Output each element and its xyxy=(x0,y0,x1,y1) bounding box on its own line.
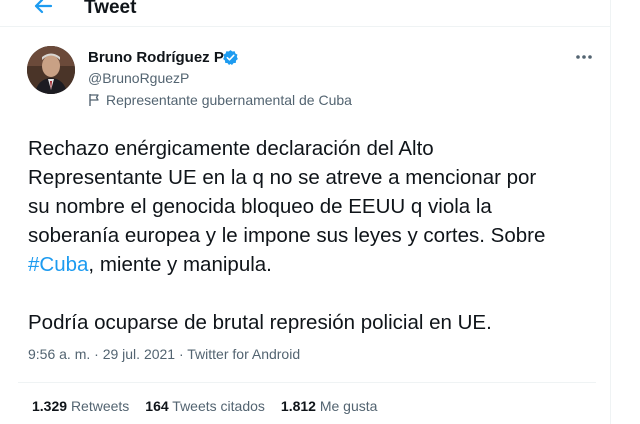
retweets-count: 1.329 xyxy=(32,398,68,414)
engagement-stats: 1.329 Retweets 164 Tweets citados 1.812 … xyxy=(32,398,377,414)
likes-label: Me gusta xyxy=(319,398,378,414)
retweets-stat[interactable]: 1.329 Retweets xyxy=(32,398,129,414)
quote-tweets-stat[interactable]: 164 Tweets citados xyxy=(145,398,265,414)
page-title: Tweet xyxy=(84,0,137,18)
tweet-line: soberanía europea y le impone sus leyes … xyxy=(28,224,546,247)
tweet-line: #Cuba, miente y manipula. xyxy=(28,250,600,279)
government-label[interactable]: Representante gubernamental de Cuba xyxy=(88,92,352,108)
hashtag-link[interactable]: #Cuba xyxy=(28,253,88,276)
likes-count: 1.812 xyxy=(280,398,316,414)
tweet-line: Rechazo enérgicamente declaración del Al… xyxy=(28,137,434,160)
likes-stat[interactable]: 1.812 Me gusta xyxy=(281,398,378,414)
tweet-line: Representante UE en la q no se atreve a … xyxy=(28,166,537,189)
quote-tweets-label: Tweets citados xyxy=(172,398,265,414)
retweets-label: Retweets xyxy=(70,398,130,414)
quote-tweets-count: 164 xyxy=(145,398,169,414)
tweet-text: Rechazo enérgicamente declaración del Al… xyxy=(28,134,600,337)
avatar[interactable] xyxy=(27,46,75,94)
tweet-line: Podría ocuparse de brutal represión poli… xyxy=(28,311,492,334)
tweet-line: su nombre el genocida bloqueo de EEUU q … xyxy=(28,195,492,218)
author-handle[interactable]: @BrunoRguezP xyxy=(88,70,189,86)
tweet-line-rest: , miente y manipula. xyxy=(88,253,272,276)
flag-icon xyxy=(88,93,100,107)
verified-badge-icon xyxy=(222,49,239,66)
page-header: Tweet xyxy=(0,0,610,27)
arrow-left-icon[interactable] xyxy=(32,0,54,18)
divider xyxy=(18,382,596,383)
tweet-timestamp[interactable]: 9:56 a. m. · 29 jul. 2021 · Twitter for … xyxy=(28,346,300,362)
tweet-column: Tweet Bruno Rodríguez P @BrunoRguezP Rep… xyxy=(0,0,611,424)
author-name[interactable]: Bruno Rodríguez P xyxy=(88,49,224,66)
government-label-text: Representante gubernamental de Cuba xyxy=(106,92,352,108)
more-horizontal-icon[interactable] xyxy=(573,50,595,64)
